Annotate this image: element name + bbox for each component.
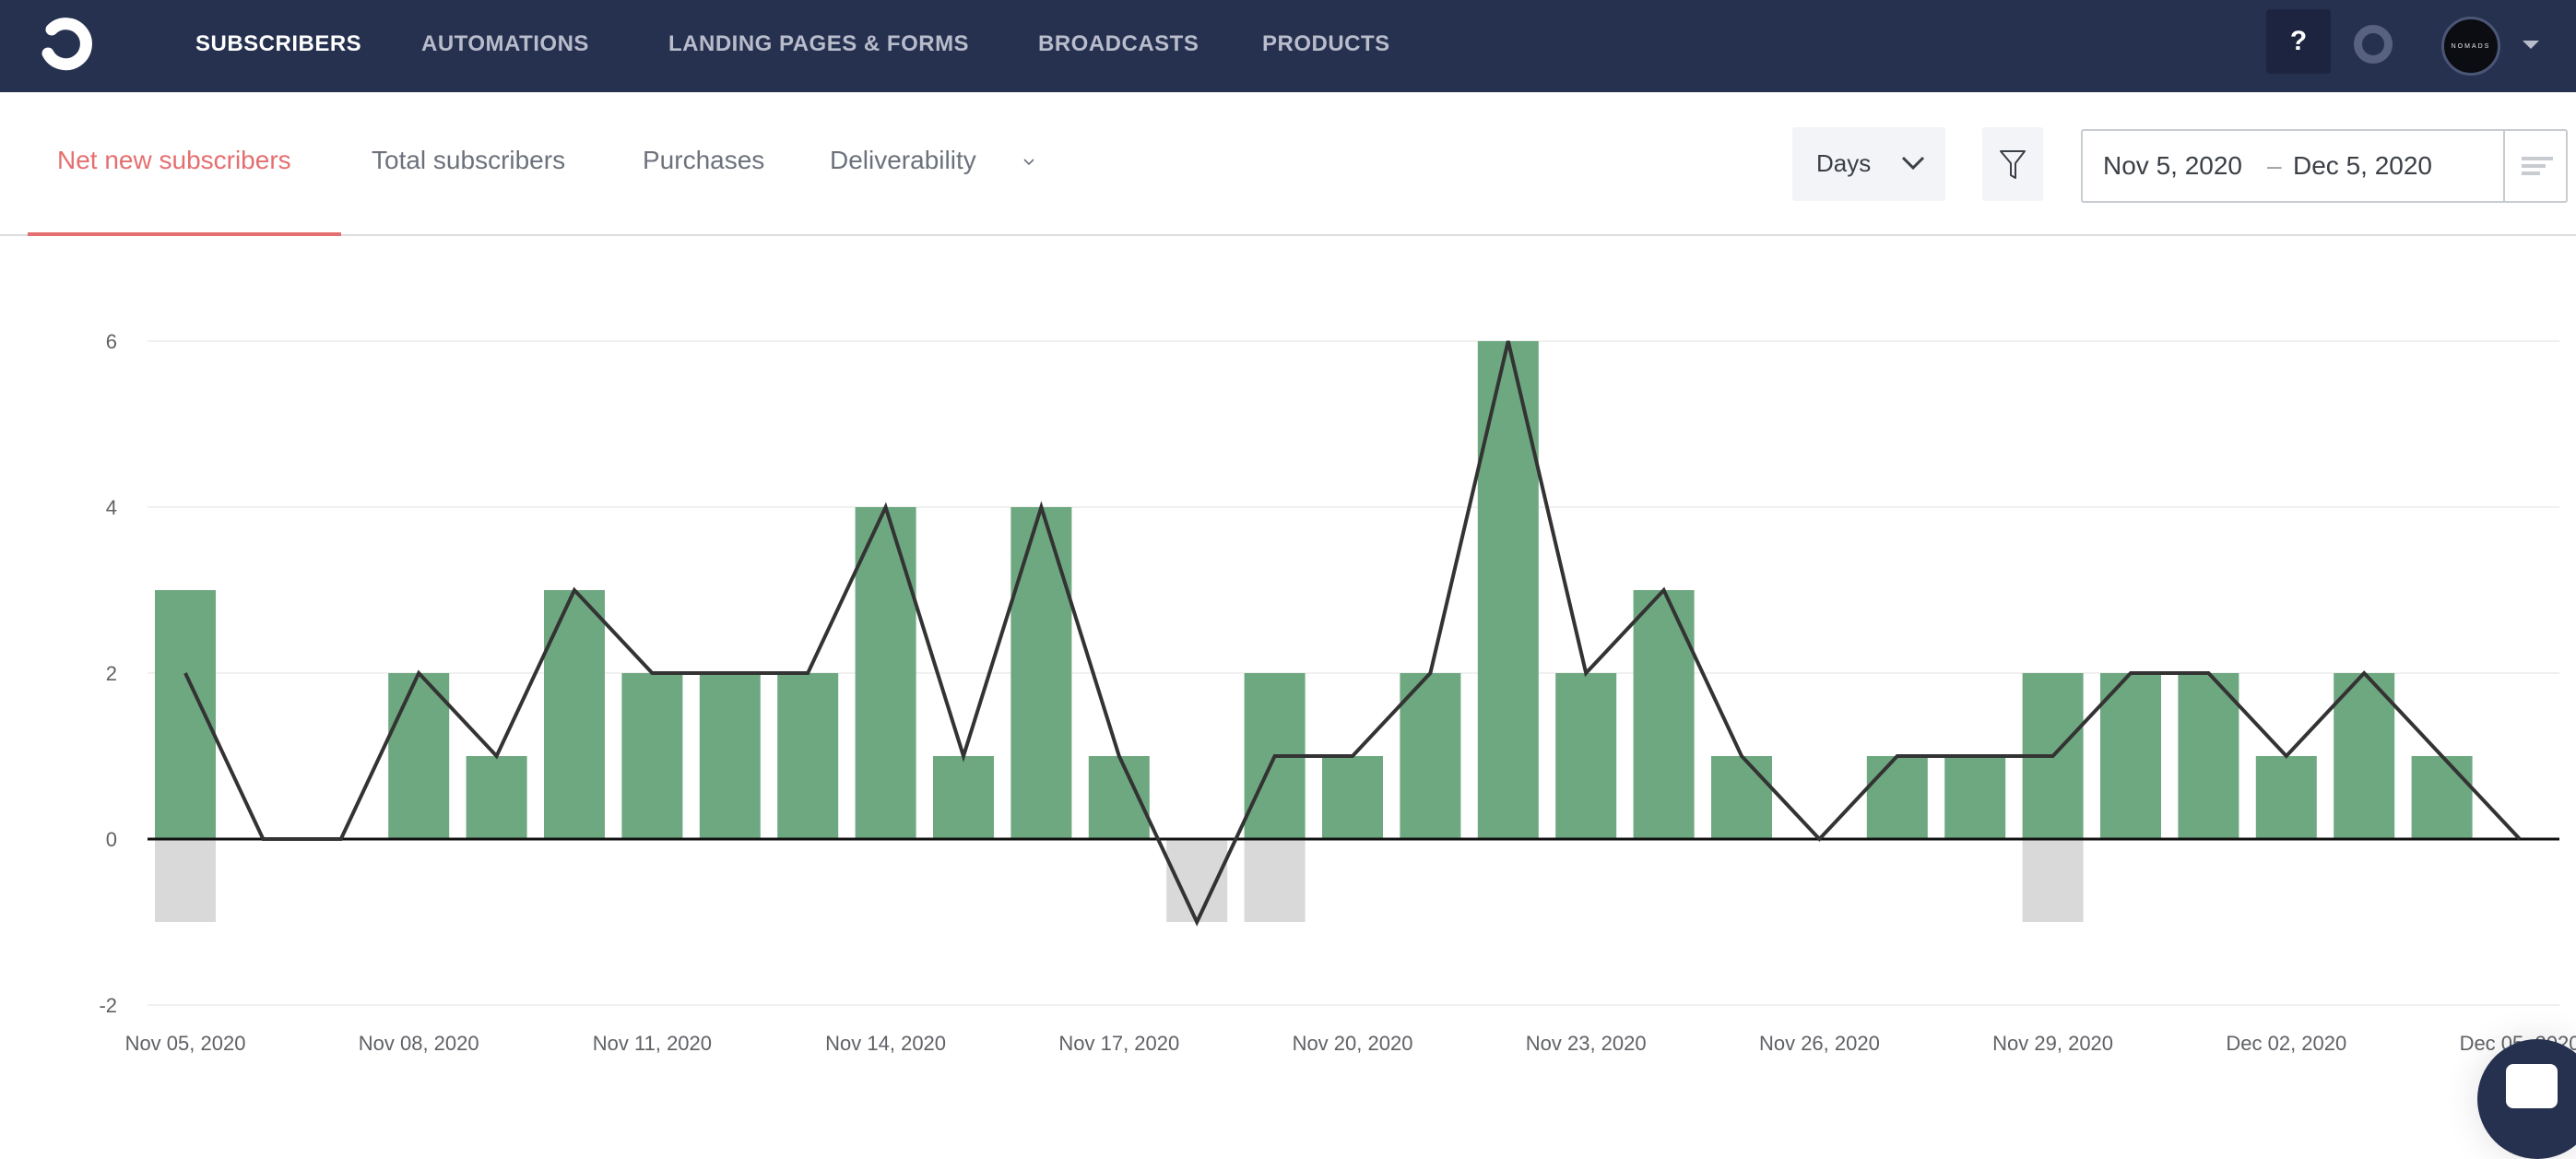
bar-new-subscribers (933, 756, 994, 839)
bar-new-subscribers (1711, 756, 1772, 839)
y-tick-label: 0 (106, 828, 117, 851)
x-tick-label: Nov 05, 2020 (125, 1032, 246, 1055)
avatar[interactable]: NOMADS (2441, 17, 2500, 76)
nav-broadcasts[interactable]: BROADCASTS (1038, 31, 1199, 57)
date-end: Dec 5, 2020 (2293, 151, 2432, 180)
nav-subscribers[interactable]: SUBSCRIBERS (195, 31, 361, 57)
x-tick-label: Nov 11, 2020 (593, 1032, 712, 1055)
bar-new-subscribers (1010, 507, 1072, 839)
granularity-select[interactable]: Days (1792, 127, 1945, 201)
chevron-down-icon[interactable] (1023, 157, 1034, 168)
bar-unsubscribes (2022, 839, 2084, 922)
avatar-text: NOMADS (2451, 42, 2491, 50)
date-range-divider (2503, 131, 2505, 201)
bar-unsubscribes (1244, 839, 1306, 922)
date-start: Nov 5, 2020 (2103, 151, 2242, 180)
tab-net-new-subscribers[interactable]: Net new subscribers (57, 146, 291, 175)
net-new-subscribers-chart: 6 4 2 0 -2 Nov 05, 2020 Nov 08, 2020 Nov 11, 2… (99, 330, 2576, 1055)
report-toolbar: Net new subscribers Total subscribers Pu… (0, 92, 2576, 236)
x-tick-label: Nov 08, 2020 (359, 1032, 479, 1055)
nav-automations[interactable]: AUTOMATIONS (421, 31, 589, 57)
bar-new-subscribers (2255, 756, 2317, 839)
help-button[interactable]: ? (2266, 9, 2331, 74)
granularity-value: Days (1816, 149, 1872, 177)
nav-products[interactable]: PRODUCTS (1262, 31, 1390, 57)
y-tick-label: -2 (99, 994, 117, 1017)
top-navigation: SUBSCRIBERS AUTOMATIONS LANDING PAGES & … (0, 0, 2576, 92)
date-separator: – (2267, 151, 2282, 180)
bar-new-subscribers (2411, 756, 2473, 839)
filter-funnel-icon (2000, 150, 2026, 179)
x-tick-label: Nov 17, 2020 (1058, 1032, 1179, 1055)
date-range-picker[interactable]: Nov 5, 2020 – Dec 5, 2020 (2081, 129, 2568, 203)
bar-unsubscribes (155, 839, 216, 922)
bar-new-subscribers (699, 673, 761, 839)
x-tick-label: Nov 20, 2020 (1293, 1032, 1413, 1055)
x-tick-label: Nov 26, 2020 (1759, 1032, 1880, 1055)
filter-button[interactable] (1982, 127, 2043, 201)
y-tick-label: 4 (106, 496, 117, 519)
x-tick-label: Nov 23, 2020 (1526, 1032, 1647, 1055)
chevron-down-icon (1901, 156, 1925, 171)
bar-new-subscribers (466, 756, 527, 839)
tab-deliverability[interactable]: Deliverability (830, 146, 976, 175)
bar-new-subscribers (1477, 341, 1539, 839)
sort-lines-icon[interactable] (2522, 155, 2555, 177)
x-tick-label: Dec 02, 2020 (2226, 1032, 2346, 1055)
status-ring-icon[interactable] (2354, 25, 2393, 64)
tab-total-subscribers[interactable]: Total subscribers (372, 146, 565, 175)
bar-new-subscribers (1555, 673, 1617, 839)
bar-new-subscribers (855, 507, 916, 839)
bar-new-subscribers (1944, 756, 2006, 839)
account-menu-caret-icon[interactable] (2523, 41, 2539, 49)
x-tick-label: Nov 14, 2020 (825, 1032, 946, 1055)
bar-new-subscribers (1866, 756, 1928, 839)
bar-new-subscribers (1633, 590, 1695, 839)
y-tick-label: 2 (106, 662, 117, 685)
nav-landing-pages-forms[interactable]: LANDING PAGES & FORMS (668, 31, 969, 57)
chat-icon (2506, 1064, 2558, 1108)
question-mark-icon: ? (2289, 26, 2308, 56)
bar-new-subscribers (777, 673, 839, 839)
x-tick-label: Nov 29, 2020 (1992, 1032, 2113, 1055)
bar-new-subscribers (621, 673, 683, 839)
tab-purchases[interactable]: Purchases (643, 146, 764, 175)
bar-new-subscribers (544, 590, 605, 839)
y-tick-label: 6 (106, 330, 117, 353)
bar-new-subscribers (1322, 756, 1383, 839)
convertkit-logo-icon[interactable] (30, 13, 96, 79)
